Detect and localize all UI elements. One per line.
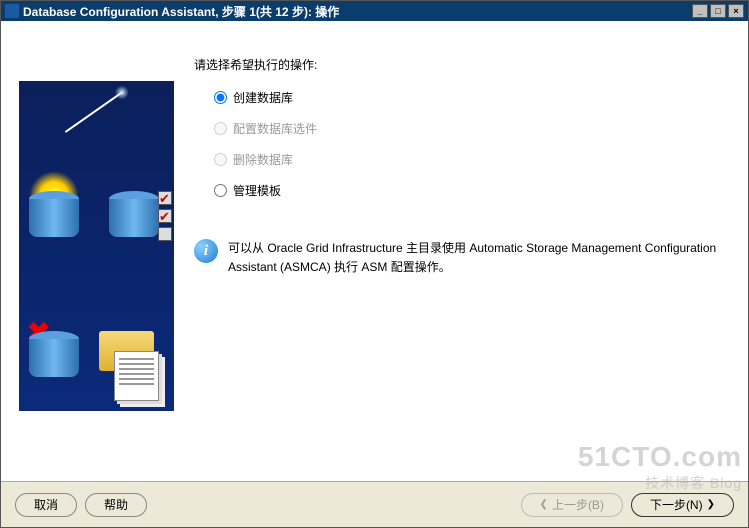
option-manage-templates[interactable]: 管理模板 <box>214 182 730 199</box>
option-label: 管理模板 <box>233 182 281 199</box>
window-title: Database Configuration Assistant, 步骤 1(共… <box>23 3 339 20</box>
close-button[interactable]: × <box>728 4 744 18</box>
radio-configure <box>214 122 227 135</box>
option-label: 配置数据库选件 <box>233 120 317 137</box>
next-label: 下一步(N) <box>650 496 703 513</box>
chevron-left-icon: ❮ <box>540 499 548 510</box>
wizard-illustration: ✖ <box>19 81 174 411</box>
back-button: ❮ 上一步(B) <box>521 493 623 517</box>
option-label: 创建数据库 <box>233 89 293 106</box>
maximize-button[interactable]: □ <box>710 4 726 18</box>
next-button[interactable]: 下一步(N) ❯ <box>631 493 734 517</box>
back-label: 上一步(B) <box>552 496 604 513</box>
option-label: 删除数据库 <box>233 151 293 168</box>
chevron-right-icon: ❯ <box>707 499 715 510</box>
operation-options: 创建数据库 配置数据库选件 删除数据库 管理模板 <box>214 89 730 199</box>
option-delete-database: 删除数据库 <box>214 151 730 168</box>
option-configure-database: 配置数据库选件 <box>214 120 730 137</box>
radio-templates[interactable] <box>214 184 227 197</box>
info-text: 可以从 Oracle Grid Infrastructure 主目录使用 Aut… <box>228 239 730 277</box>
titlebar: Database Configuration Assistant, 步骤 1(共… <box>1 1 748 21</box>
info-panel: i 可以从 Oracle Grid Infrastructure 主目录使用 A… <box>194 239 730 277</box>
option-create-database[interactable]: 创建数据库 <box>214 89 730 106</box>
app-icon <box>5 4 19 18</box>
radio-delete <box>214 153 227 166</box>
dbca-window: Database Configuration Assistant, 步骤 1(共… <box>0 0 749 528</box>
help-button[interactable]: 帮助 <box>85 493 147 517</box>
window-controls: _ □ × <box>692 4 744 18</box>
content-area: ✖ 请选择希望执行的操作: 创建数据库 配置数据库选件 删除数据库 <box>1 21 748 481</box>
cancel-button[interactable]: 取消 <box>15 493 77 517</box>
info-icon: i <box>194 239 218 263</box>
right-pane: 请选择希望执行的操作: 创建数据库 配置数据库选件 删除数据库 管理模板 <box>194 41 730 475</box>
prompt-label: 请选择希望执行的操作: <box>194 56 730 73</box>
minimize-button[interactable]: _ <box>692 4 708 18</box>
radio-create[interactable] <box>214 91 227 104</box>
footer-bar: 取消 帮助 ❮ 上一步(B) 下一步(N) ❯ <box>1 481 748 527</box>
